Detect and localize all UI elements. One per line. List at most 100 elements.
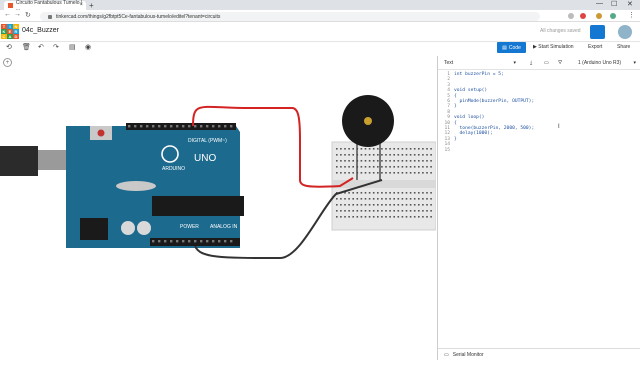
breadboard-hole[interactable] bbox=[409, 210, 412, 212]
header-pin[interactable] bbox=[128, 125, 131, 128]
breadboard-hole[interactable] bbox=[377, 160, 379, 162]
header-pin[interactable] bbox=[158, 240, 161, 243]
breadboard-hole[interactable] bbox=[368, 204, 371, 206]
header-pin[interactable] bbox=[182, 125, 185, 128]
breadboard-hole[interactable] bbox=[377, 216, 379, 218]
breadboard-hole[interactable] bbox=[422, 172, 424, 174]
breadboard-hole[interactable] bbox=[413, 154, 416, 156]
breadboard-hole[interactable] bbox=[430, 166, 432, 168]
breadboard-hole[interactable] bbox=[401, 154, 404, 156]
breadboard-hole[interactable] bbox=[336, 148, 338, 150]
breadboard-hole[interactable] bbox=[409, 172, 412, 174]
breadboard-hole[interactable] bbox=[413, 210, 416, 212]
breadboard-hole[interactable] bbox=[377, 210, 379, 212]
breadboard-hole[interactable] bbox=[401, 192, 404, 194]
breadboard-hole[interactable] bbox=[426, 148, 428, 150]
breadboard-hole[interactable] bbox=[360, 204, 363, 206]
breadboard-hole[interactable] bbox=[340, 148, 342, 150]
board-select[interactable]: 1 (Arduino Uno R3) ▾ bbox=[578, 59, 636, 67]
breadboard-hole[interactable] bbox=[413, 198, 416, 200]
header-pin[interactable] bbox=[194, 240, 197, 243]
breadboard-hole[interactable] bbox=[426, 192, 428, 194]
breadboard-hole[interactable] bbox=[336, 154, 338, 156]
breadboard-hole[interactable] bbox=[389, 154, 391, 156]
breadboard-hole[interactable] bbox=[401, 148, 404, 150]
star-icon[interactable] bbox=[568, 13, 574, 19]
download-icon[interactable]: ⤓ bbox=[530, 59, 532, 67]
breadboard-hole[interactable] bbox=[356, 204, 359, 206]
breadboard-hole[interactable] bbox=[381, 192, 383, 194]
tinkercad-logo[interactable]: TINKERCAD bbox=[1, 24, 19, 40]
breadboard-hole[interactable] bbox=[397, 172, 400, 174]
breadboard-hole[interactable] bbox=[368, 172, 371, 174]
breadboard-hole[interactable] bbox=[405, 160, 408, 162]
breadboard-hole[interactable] bbox=[422, 204, 424, 206]
breadboard-hole[interactable] bbox=[409, 198, 412, 200]
header-pin[interactable] bbox=[212, 240, 215, 243]
breadboard-hole[interactable] bbox=[368, 210, 371, 212]
code-button[interactable]: ▤ Code bbox=[497, 42, 526, 53]
breadboard-hole[interactable] bbox=[389, 148, 391, 150]
browser-tab[interactable]: Circuito Fantabulous Tumelo | ... × bbox=[4, 0, 86, 12]
breadboard-hole[interactable] bbox=[397, 166, 400, 168]
breadboard-hole[interactable] bbox=[385, 198, 387, 200]
header-pin[interactable] bbox=[176, 125, 179, 128]
breadboard-hole[interactable] bbox=[381, 166, 383, 168]
header-pin[interactable] bbox=[158, 125, 161, 128]
redo-icon[interactable]: ↷ bbox=[53, 43, 59, 51]
breadboard-hole[interactable] bbox=[377, 148, 379, 150]
breadboard-hole[interactable] bbox=[385, 204, 387, 206]
breadboard-hole[interactable] bbox=[377, 172, 379, 174]
breadboard-hole[interactable] bbox=[372, 148, 375, 150]
breadboard-hole[interactable] bbox=[430, 160, 432, 162]
breadboard-hole[interactable] bbox=[409, 204, 412, 206]
breadboard-hole[interactable] bbox=[352, 204, 354, 206]
breadboard-hole[interactable] bbox=[401, 204, 404, 206]
breadboard-hole[interactable] bbox=[372, 198, 375, 200]
breadboard-hole[interactable] bbox=[344, 166, 346, 168]
breadboard-hole[interactable] bbox=[405, 154, 408, 156]
breadboard-hole[interactable] bbox=[385, 192, 387, 194]
breadboard-hole[interactable] bbox=[344, 154, 346, 156]
breadboard-hole[interactable] bbox=[352, 172, 354, 174]
breadboard-hole[interactable] bbox=[401, 216, 404, 218]
code-editor[interactable]: int buzzerPin = 5; void setup() { pinMod… bbox=[454, 72, 534, 142]
breadboard-hole[interactable] bbox=[389, 172, 391, 174]
header-pin[interactable] bbox=[164, 240, 167, 243]
breadboard-hole[interactable] bbox=[356, 210, 359, 212]
breadboard-hole[interactable] bbox=[405, 216, 408, 218]
rotate-icon[interactable]: ⟲ bbox=[6, 43, 12, 51]
breadboard-hole[interactable] bbox=[364, 166, 367, 168]
breadboard-hole[interactable] bbox=[401, 166, 404, 168]
notes-icon[interactable]: ▤ bbox=[69, 43, 76, 51]
usb-cable[interactable] bbox=[0, 146, 38, 176]
breadboard-hole[interactable] bbox=[409, 160, 412, 162]
breadboard-hole[interactable] bbox=[372, 192, 375, 194]
breadboard-hole[interactable] bbox=[422, 192, 424, 194]
profile-icon[interactable] bbox=[610, 13, 616, 19]
breadboard-hole[interactable] bbox=[401, 198, 404, 200]
serial-monitor-toggle[interactable]: ▭ Serial Monitor bbox=[438, 348, 640, 360]
breadboard-hole[interactable] bbox=[364, 204, 367, 206]
breadboard-hole[interactable] bbox=[336, 198, 338, 200]
breadboard-hole[interactable] bbox=[393, 166, 395, 168]
breadboard-hole[interactable] bbox=[401, 210, 404, 212]
breadboard-hole[interactable] bbox=[336, 160, 338, 162]
breadboard-hole[interactable] bbox=[405, 172, 408, 174]
breadboard-hole[interactable] bbox=[426, 154, 428, 156]
breadboard-hole[interactable] bbox=[385, 210, 387, 212]
breadboard-hole[interactable] bbox=[430, 172, 432, 174]
breadboard-hole[interactable] bbox=[364, 210, 367, 212]
breadboard-hole[interactable] bbox=[393, 198, 395, 200]
breadboard-hole[interactable] bbox=[430, 210, 432, 212]
breadboard-hole[interactable] bbox=[405, 204, 408, 206]
breadboard-hole[interactable] bbox=[426, 216, 428, 218]
breadboard-hole[interactable] bbox=[340, 216, 342, 218]
header-pin[interactable] bbox=[176, 240, 179, 243]
breadboard-hole[interactable] bbox=[426, 210, 428, 212]
breadboard-hole[interactable] bbox=[377, 192, 379, 194]
breadboard-hole[interactable] bbox=[430, 216, 432, 218]
breadboard-hole[interactable] bbox=[409, 148, 412, 150]
breadboard-hole[interactable] bbox=[364, 172, 367, 174]
breadboard-hole[interactable] bbox=[377, 166, 379, 168]
